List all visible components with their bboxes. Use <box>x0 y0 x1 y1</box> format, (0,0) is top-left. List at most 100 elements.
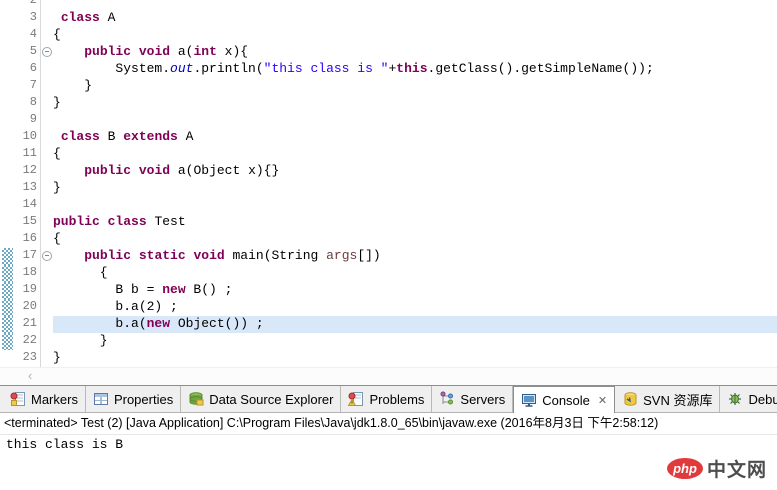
line-number[interactable]: 6 <box>13 61 40 78</box>
watermark-site-text: 中文网 <box>706 460 767 481</box>
code-row[interactable]: 20 b.a(2) ; <box>0 299 777 316</box>
line-number[interactable]: 9 <box>13 112 40 129</box>
servers-icon <box>440 391 454 405</box>
code-row[interactable]: 12 public void a(Object x){} <box>0 163 777 180</box>
close-icon[interactable]: ✕ <box>598 394 607 407</box>
fold-column <box>40 163 53 180</box>
line-number[interactable]: 17 <box>13 248 40 265</box>
code-row[interactable]: 8} <box>0 95 777 112</box>
fold-column <box>40 61 53 78</box>
code-line-text[interactable]: } <box>53 95 777 112</box>
line-number[interactable]: 10 <box>13 129 40 146</box>
code-line-text[interactable]: } <box>53 333 777 350</box>
marker-bar <box>2 180 13 197</box>
line-number[interactable]: 22 <box>13 333 40 350</box>
line-number[interactable]: 12 <box>13 163 40 180</box>
fold-column <box>40 0 53 10</box>
marker-bar <box>2 350 13 367</box>
code-line-text[interactable]: public static void main(String args[]) <box>53 248 777 265</box>
code-row[interactable]: 11 { <box>0 146 777 163</box>
marker-bar <box>2 214 13 231</box>
fold-column <box>40 316 53 333</box>
code-row[interactable]: 7 } <box>0 78 777 95</box>
code-line-text[interactable] <box>53 112 777 129</box>
code-line-text[interactable] <box>53 197 777 214</box>
code-row[interactable]: 3 class A <box>0 10 777 27</box>
line-number[interactable]: 5 <box>13 44 40 61</box>
code-line-text[interactable]: b.a(2) ; <box>53 299 777 316</box>
code-line-text[interactable]: { <box>53 146 777 163</box>
code-row[interactable]: 14 <box>0 197 777 214</box>
tab-debug[interactable]: Debug <box>720 386 777 412</box>
tab-svn-repository[interactable]: SVN 资源库 <box>615 386 721 412</box>
code-row[interactable]: 9 <box>0 112 777 129</box>
code-row[interactable]: 10 class B extends A <box>0 129 777 146</box>
tab-data-source-explorer[interactable]: Data Source Explorer <box>181 386 342 412</box>
tab-problems[interactable]: Problems <box>341 386 433 412</box>
line-number[interactable]: 2 <box>13 0 40 10</box>
code-line-text[interactable]: } <box>53 350 777 367</box>
line-number[interactable]: 7 <box>13 78 40 95</box>
line-number[interactable]: 20 <box>13 299 40 316</box>
code-row[interactable]: 22 } <box>0 333 777 350</box>
line-number[interactable]: 13 <box>13 180 40 197</box>
code-row[interactable]: 19 B b = new B() ; <box>0 282 777 299</box>
fold-column <box>40 146 53 163</box>
line-number[interactable]: 18 <box>13 265 40 282</box>
code-row[interactable]: 23} <box>0 350 777 367</box>
code-line-text[interactable]: class A <box>53 10 777 27</box>
line-number[interactable]: 4 <box>13 27 40 44</box>
console-output[interactable]: this class is B <box>0 435 777 454</box>
line-number[interactable]: 14 <box>13 197 40 214</box>
code-line-text[interactable]: class B extends A <box>53 129 777 146</box>
tab-label: Debug <box>748 391 777 407</box>
code-row[interactable]: 16 { <box>0 231 777 248</box>
line-number[interactable]: 15 <box>13 214 40 231</box>
range-indicator <box>2 248 13 265</box>
line-number[interactable]: 3 <box>13 10 40 27</box>
tab-properties[interactable]: Properties <box>86 386 182 412</box>
code-line-text[interactable]: System.out.println("this class is "+this… <box>53 61 777 78</box>
code-line-text[interactable] <box>53 0 777 10</box>
code-line-text[interactable]: public void a(Object x){} <box>53 163 777 180</box>
line-number[interactable]: 23 <box>13 350 40 367</box>
code-row[interactable]: 17 public static void main(String args[]… <box>0 248 777 265</box>
code-line-text[interactable]: { <box>53 27 777 44</box>
code-line-text[interactable]: { <box>53 231 777 248</box>
code-row[interactable]: 13} <box>0 180 777 197</box>
tab-servers[interactable]: Servers <box>432 386 514 412</box>
line-number[interactable]: 21 <box>13 316 40 333</box>
code-row[interactable]: 4{ <box>0 27 777 44</box>
debug-icon <box>729 393 742 405</box>
code-line-text[interactable]: } <box>53 180 777 197</box>
tab-console[interactable]: Console ✕ <box>513 386 616 413</box>
code-line-text[interactable]: { <box>53 265 777 282</box>
markers-icon <box>10 392 25 406</box>
tab-label: SVN 资源库 <box>643 392 713 408</box>
code-row[interactable]: 21 b.a(new Object()) ; <box>0 316 777 333</box>
code-line-text[interactable]: } <box>53 78 777 95</box>
code-row[interactable]: 2 <box>0 0 777 10</box>
line-number[interactable]: 8 <box>13 95 40 112</box>
line-number[interactable]: 16 <box>13 231 40 248</box>
marker-bar <box>2 0 13 10</box>
fold-collapse-icon[interactable] <box>42 47 52 57</box>
line-number[interactable]: 19 <box>13 282 40 299</box>
code-line-text[interactable]: public void a(int x){ <box>53 44 777 61</box>
tab-markers[interactable]: Markers <box>3 386 86 412</box>
scroll-left-arrow[interactable]: ‹ <box>28 368 32 384</box>
svn-repository-icon <box>624 392 637 406</box>
code-row[interactable]: 5 public void a(int x){ <box>0 44 777 61</box>
range-indicator <box>2 299 13 316</box>
code-line-text[interactable]: public class Test <box>53 214 777 231</box>
fold-column <box>40 299 53 316</box>
code-editor[interactable]: 23 class A 4{5 public void a(int x){6 Sys… <box>0 0 777 385</box>
code-row[interactable]: 15 public class Test <box>0 214 777 231</box>
code-row[interactable]: 18 { <box>0 265 777 282</box>
code-line-text[interactable]: B b = new B() ; <box>53 282 777 299</box>
line-number[interactable]: 11 <box>13 146 40 163</box>
code-line-text[interactable]: b.a(new Object()) ; <box>53 316 777 333</box>
fold-collapse-icon[interactable] <box>42 251 52 261</box>
horizontal-scrollbar[interactable]: ‹ <box>0 367 777 385</box>
code-row[interactable]: 6 System.out.println("this class is "+th… <box>0 61 777 78</box>
